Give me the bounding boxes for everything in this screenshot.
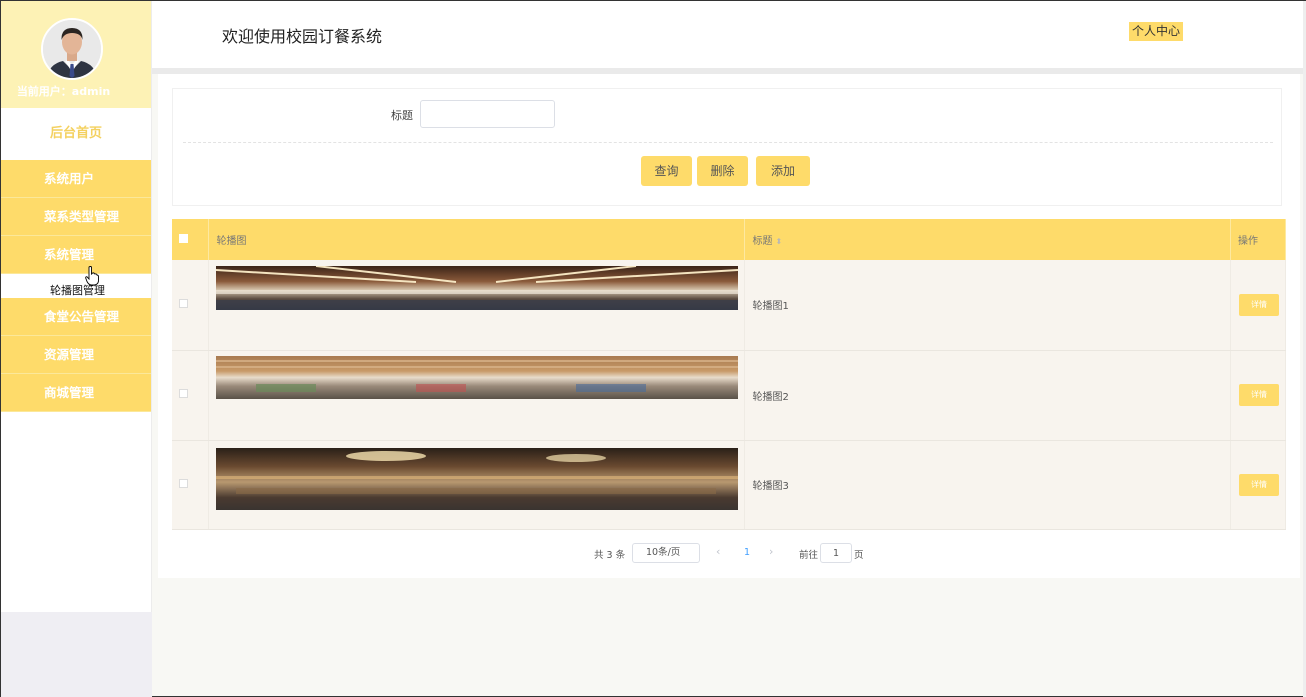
row-image-cell xyxy=(208,260,746,351)
page-size-select[interactable]: 10条/页 xyxy=(632,543,700,563)
menu-system-manage[interactable]: 系统管理 xyxy=(1,236,151,274)
add-button[interactable]: 添加 xyxy=(756,156,810,186)
table-row: 轮播图2 详情 xyxy=(172,350,1287,441)
row-checkbox[interactable] xyxy=(179,389,188,398)
carousel-table: 轮播图 标题 ⬍ 操作 轮播图1 详情 轮播图2 详情 轮播图3 详情 xyxy=(172,219,1287,530)
row-select-cell xyxy=(172,440,210,530)
menu-resource-manage[interactable]: 资源管理 xyxy=(1,336,151,374)
delete-button[interactable]: 删除 xyxy=(697,156,748,186)
profile-button[interactable]: 个人中心 xyxy=(1129,22,1184,41)
hand-cursor-icon xyxy=(85,266,99,286)
menu-home[interactable]: 后台首页 xyxy=(1,108,151,160)
search-divider xyxy=(183,142,1273,143)
row-actions-cell: 详情 xyxy=(1230,350,1287,441)
sort-icon[interactable]: ⬍ xyxy=(775,237,782,246)
sidebar: 当前用户：admin 后台首页 系统用户 菜系类型管理 系统管理 轮播图管理 食… xyxy=(1,1,152,697)
page-size-value: 10条/页 xyxy=(646,547,681,558)
row-title-cell: 轮播图3 xyxy=(744,440,1231,530)
col-actions: 操作 xyxy=(1230,219,1287,260)
row-image-cell xyxy=(208,440,746,530)
goto-page-input[interactable] xyxy=(820,543,852,563)
row-image-cell xyxy=(208,350,746,441)
title-filter-label: 标题 xyxy=(391,109,413,122)
row-title-cell: 轮播图2 xyxy=(744,350,1231,441)
col-title[interactable]: 标题 ⬍ xyxy=(744,219,1231,260)
menu-cuisine-type[interactable]: 菜系类型管理 xyxy=(1,198,151,236)
carousel-image-3 xyxy=(216,447,739,510)
row-select-cell xyxy=(172,350,210,441)
carousel-image-1 xyxy=(216,266,739,311)
row-actions-cell: 详情 xyxy=(1230,440,1287,530)
main-panel: 标题 查询 删除 添加 轮播图 标题 ⬍ 操作 轮播图1 详情 轮播图2 详情 … xyxy=(158,74,1300,578)
col-title-label: 标题 xyxy=(752,236,773,247)
detail-button[interactable]: 详情 xyxy=(1238,293,1279,316)
current-page-number[interactable]: 1 xyxy=(744,547,750,558)
detail-button[interactable]: 详情 xyxy=(1238,384,1279,406)
table-header-row: 轮播图 标题 ⬍ 操作 xyxy=(172,219,1287,260)
query-button[interactable]: 查询 xyxy=(641,156,692,186)
pagination: 共 3 条 10条/页 ‹ 1 › 前往 页 xyxy=(1,542,1306,564)
select-all-checkbox[interactable] xyxy=(179,233,188,243)
top-header: 欢迎使用校园订餐系统 个人中心 xyxy=(152,1,1305,68)
row-title-cell: 轮播图1 xyxy=(744,260,1231,351)
sidebar-footer-area xyxy=(1,612,152,697)
col-actions-label: 操作 xyxy=(1237,236,1258,247)
menu-canteen-notice[interactable]: 食堂公告管理 xyxy=(1,298,151,336)
menu-mall-manage[interactable]: 商城管理 xyxy=(1,374,151,412)
title-filter-input[interactable] xyxy=(420,100,555,128)
detail-button[interactable]: 详情 xyxy=(1238,473,1279,496)
avatar xyxy=(41,18,103,80)
col-image-label: 轮播图 xyxy=(216,236,247,247)
search-form: 标题 查询 删除 添加 xyxy=(172,88,1282,206)
table-row: 轮播图1 详情 xyxy=(172,260,1287,351)
goto-prefix: 前往 xyxy=(799,550,819,561)
user-info: 当前用户：admin xyxy=(1,1,151,108)
row-actions-cell: 详情 xyxy=(1230,260,1287,351)
current-user-label: 当前用户：admin xyxy=(16,85,111,98)
row-checkbox[interactable] xyxy=(179,478,188,488)
row-select-cell xyxy=(172,260,210,351)
row-checkbox[interactable] xyxy=(179,298,188,308)
select-all-cell xyxy=(172,219,210,260)
table-row: 轮播图3 详情 xyxy=(172,440,1287,530)
menu-system-users[interactable]: 系统用户 xyxy=(1,160,151,198)
page-title: 欢迎使用校园订餐系统 xyxy=(222,27,383,46)
chevron-left-icon[interactable]: ‹ xyxy=(716,545,720,558)
carousel-image-2 xyxy=(216,356,739,399)
goto-suffix: 页 xyxy=(854,550,864,561)
total-count: 共 3 条 xyxy=(594,550,626,561)
submenu-carousel-manage[interactable]: 轮播图管理 xyxy=(1,266,151,298)
col-image: 轮播图 xyxy=(208,219,746,260)
chevron-right-icon[interactable]: › xyxy=(769,545,773,558)
